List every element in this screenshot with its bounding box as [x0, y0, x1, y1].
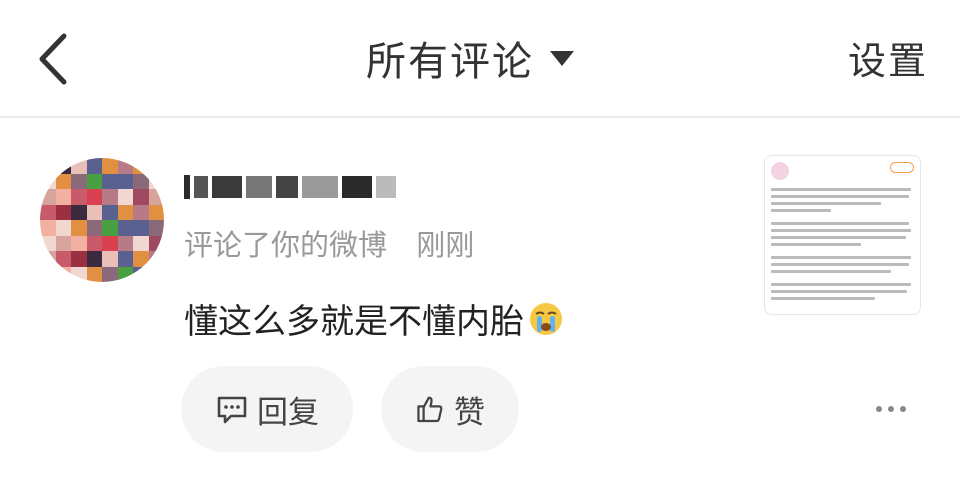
- thumbnail-text-line: [771, 297, 875, 300]
- thumbnail-text-line: [771, 209, 831, 212]
- thumbnail-text-line: [771, 222, 909, 225]
- thumbnail-text-line: [771, 229, 911, 232]
- avatar[interactable]: [40, 158, 164, 282]
- comment-bubble-icon: [217, 396, 247, 424]
- thumbnail-text-line: [771, 263, 909, 266]
- more-dots-icon[interactable]: [872, 402, 910, 416]
- thumbs-up-icon: [417, 396, 443, 423]
- reply-button[interactable]: 回复: [181, 366, 353, 452]
- thumbnail-text-line: [771, 195, 909, 198]
- thumbnail-text-line: [771, 270, 891, 273]
- notification-meta: 评论了你的微博 刚刚: [184, 222, 474, 264]
- meta-action: 评论了你的微博: [184, 228, 388, 262]
- chevron-left-icon: [39, 33, 67, 85]
- thumbnail-text-line: [771, 243, 861, 246]
- crying-face-icon: [530, 302, 562, 335]
- meta-time: 刚刚: [416, 228, 475, 262]
- thumbnail-text-line: [771, 236, 906, 239]
- settings-button[interactable]: 设置: [848, 30, 928, 85]
- thumbnail-text-line: [771, 290, 907, 293]
- comment-body: 懂这么多就是不懂内胎: [184, 294, 564, 343]
- comment-text: 懂这么多就是不懂内胎: [184, 302, 524, 342]
- comment-filter-dropdown[interactable]: 所有评论: [366, 26, 574, 90]
- like-label: 赞: [454, 394, 485, 431]
- back-button[interactable]: [30, 24, 80, 94]
- top-bar: 所有评论 设置: [0, 0, 960, 118]
- page-title: 所有评论: [366, 39, 534, 85]
- thumbnail-avatar: [771, 162, 789, 180]
- caret-down-icon: [550, 50, 574, 66]
- thumbnail-follow-badge: [890, 162, 914, 173]
- thumbnail-text-line: [771, 256, 911, 259]
- like-button[interactable]: 赞: [381, 366, 519, 452]
- reply-label: 回复: [257, 394, 319, 431]
- action-bar: 回复 赞: [181, 366, 519, 452]
- thumbnail-text-line: [771, 283, 911, 286]
- username-redacted[interactable]: [184, 168, 396, 206]
- original-post-thumbnail[interactable]: [764, 155, 921, 315]
- thumbnail-text-line: [771, 188, 911, 191]
- thumbnail-text-line: [771, 202, 881, 205]
